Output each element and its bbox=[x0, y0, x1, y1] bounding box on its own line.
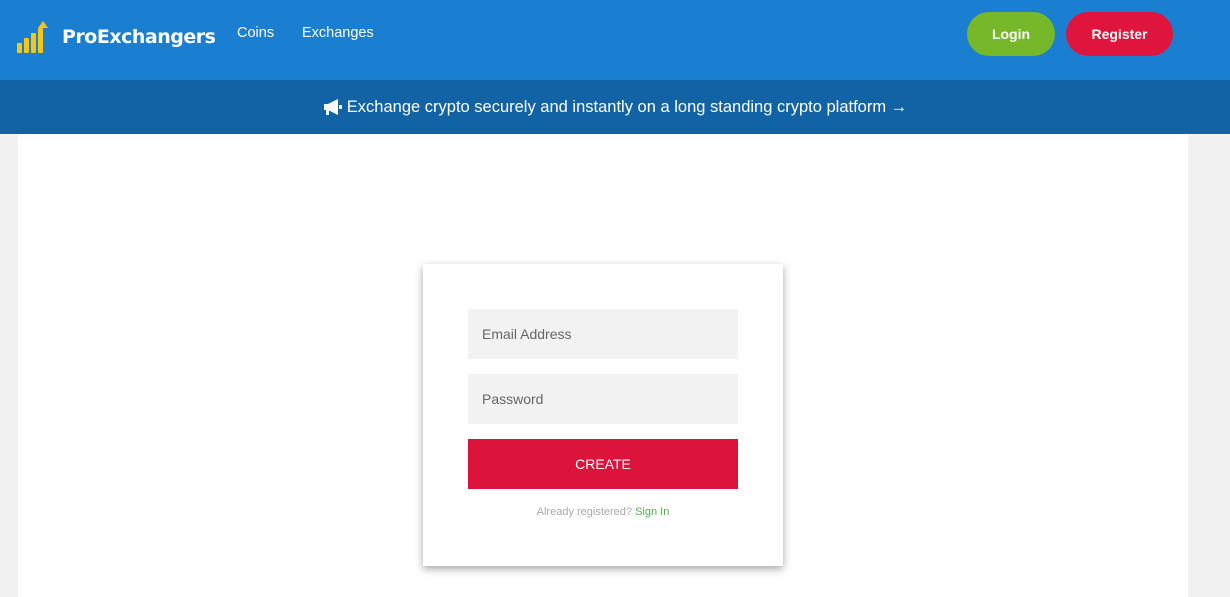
main-panel: CREATE Already registered? Sign In bbox=[18, 134, 1188, 597]
brand-logo[interactable]: ProExchangers bbox=[17, 20, 216, 54]
announcement-text: Exchange crypto securely and instantly o… bbox=[346, 97, 908, 116]
already-registered-text: Already registered? bbox=[536, 506, 633, 518]
signin-prompt: Already registered? Sign In bbox=[423, 506, 783, 518]
sign-in-link[interactable]: Sign In bbox=[635, 506, 669, 518]
nav-link-exchanges[interactable]: Exchanges bbox=[302, 25, 374, 41]
register-form-card: CREATE Already registered? Sign In bbox=[423, 264, 783, 566]
brand-name: ProExchangers bbox=[62, 26, 216, 48]
password-field[interactable] bbox=[468, 374, 738, 424]
email-field[interactable] bbox=[468, 309, 738, 359]
nav-link-coins[interactable]: Coins bbox=[237, 25, 274, 41]
login-button[interactable]: Login bbox=[967, 12, 1055, 56]
announcement-bar[interactable]: Exchange crypto securely and instantly o… bbox=[0, 80, 1230, 134]
megaphone-icon bbox=[323, 99, 342, 115]
create-button[interactable]: CREATE bbox=[468, 439, 738, 489]
bar-chart-arrow-icon bbox=[17, 21, 49, 53]
top-navbar: ProExchangers Coins Exchanges Login Regi… bbox=[0, 0, 1230, 80]
register-button[interactable]: Register bbox=[1066, 12, 1173, 56]
